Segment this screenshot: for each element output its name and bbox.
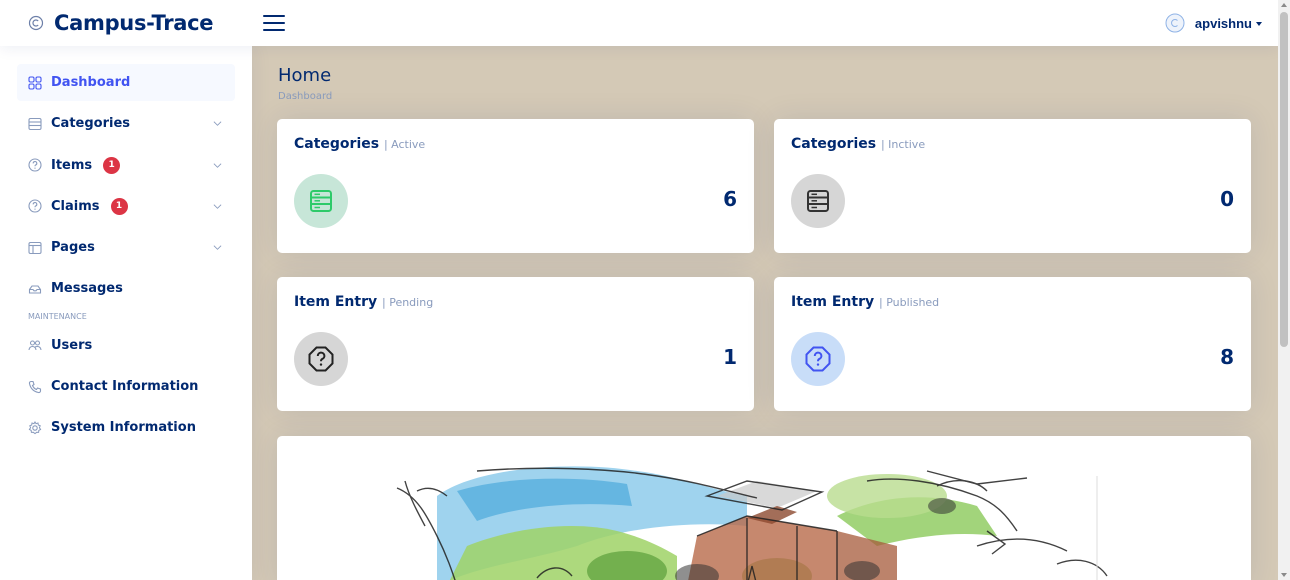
people-icon bbox=[28, 340, 42, 351]
sidebar-item-users[interactable]: Users bbox=[17, 327, 235, 364]
scroll-down-icon[interactable] bbox=[1281, 573, 1287, 577]
question-octagon-icon bbox=[308, 346, 334, 372]
envelope-icon bbox=[28, 285, 42, 294]
layout-icon bbox=[28, 241, 42, 254]
brand-name: Campus-Trace bbox=[54, 11, 214, 35]
sidebar-toggle-icon[interactable] bbox=[263, 14, 285, 32]
sidebar-item-label: Contact Information bbox=[51, 379, 199, 395]
sidebar-item-label: Categories bbox=[51, 116, 131, 132]
sidebar-item-pages[interactable]: Pages bbox=[17, 229, 235, 266]
chevron-down-icon bbox=[213, 245, 222, 251]
sidebar-item-messages[interactable]: Messages bbox=[17, 270, 235, 307]
card-value: 1 bbox=[723, 345, 737, 369]
card-subtitle: | Published bbox=[879, 296, 940, 309]
card-subtitle: | Active bbox=[383, 138, 426, 151]
card-value: 8 bbox=[1220, 345, 1234, 369]
sidebar-item-contact-information[interactable]: Contact Information bbox=[17, 368, 235, 405]
menu-list-icon bbox=[28, 117, 42, 130]
chevron-down-icon bbox=[213, 162, 222, 168]
sidebar-item-label: Users bbox=[51, 337, 93, 353]
card-icon-circle bbox=[791, 332, 845, 386]
telephone-icon bbox=[28, 380, 42, 393]
card-value: 6 bbox=[723, 187, 737, 211]
chevron-down-icon bbox=[213, 121, 222, 127]
sidebar-item-label: Items bbox=[51, 157, 93, 173]
count-badge: 1 bbox=[110, 197, 128, 215]
card-value: 0 bbox=[1220, 187, 1234, 211]
sidebar: Dashboard Categories Items 1 Claims 1 Pa… bbox=[0, 46, 252, 580]
sidebar-item-system-information[interactable]: System Information bbox=[17, 409, 235, 446]
card-title: Item Entry | Published bbox=[791, 294, 939, 310]
question-octagon-icon bbox=[805, 346, 831, 372]
menu-list-icon bbox=[310, 190, 332, 212]
sidebar-item-label: Dashboard bbox=[51, 75, 131, 90]
sidebar-item-label: System Information bbox=[51, 420, 196, 436]
chevron-down-icon bbox=[213, 204, 222, 209]
top-header: Campus-Trace apvishnu bbox=[0, 0, 1278, 46]
gear-icon bbox=[28, 420, 42, 435]
campus-illustration-card bbox=[277, 436, 1251, 580]
card-categories-active: Categories | Active 6 bbox=[277, 119, 754, 253]
sidebar-item-categories[interactable]: Categories bbox=[17, 105, 235, 142]
scroll-up-icon[interactable] bbox=[1281, 3, 1287, 7]
card-title: Item Entry | Pending bbox=[294, 294, 433, 310]
card-categories-inactive: Categories | Inctive 0 bbox=[774, 119, 1251, 253]
user-menu[interactable]: apvishnu bbox=[1165, 13, 1278, 33]
card-subtitle: | Inctive bbox=[880, 138, 926, 151]
menu-list-icon bbox=[807, 190, 829, 212]
sidebar-item-label: Pages bbox=[51, 240, 95, 256]
nav-heading-maintenance: MAINTENANCE bbox=[28, 311, 87, 321]
question-circle-icon bbox=[28, 199, 42, 213]
scroll-thumb[interactable] bbox=[1280, 12, 1288, 347]
card-title-text: Item Entry bbox=[791, 294, 875, 310]
logo-icon bbox=[28, 15, 44, 31]
sidebar-item-label: Claims bbox=[51, 198, 100, 214]
card-icon-circle bbox=[791, 174, 845, 228]
card-title-text: Item Entry bbox=[294, 294, 378, 310]
page-scrollbar[interactable] bbox=[1278, 0, 1290, 580]
card-subtitle: | Pending bbox=[382, 296, 434, 309]
question-circle-icon bbox=[28, 158, 42, 172]
grid-icon bbox=[28, 75, 42, 90]
card-title: Categories | Inctive bbox=[791, 136, 925, 152]
page-title: Home bbox=[278, 65, 332, 86]
card-item-entry-pending: Item Entry | Pending 1 bbox=[277, 277, 754, 411]
username: apvishnu bbox=[1194, 15, 1252, 31]
main-content: Home Dashboard Categories | Active 6 Cat… bbox=[252, 46, 1278, 580]
card-icon-circle bbox=[294, 332, 348, 386]
breadcrumb[interactable]: Dashboard bbox=[278, 91, 332, 102]
chevron-down-icon bbox=[1256, 22, 1262, 26]
card-title-text: Categories bbox=[791, 136, 877, 152]
sidebar-item-dashboard[interactable]: Dashboard bbox=[17, 64, 235, 101]
card-item-entry-published: Item Entry | Published 8 bbox=[774, 277, 1251, 411]
card-title-text: Categories bbox=[294, 136, 380, 152]
sidebar-item-items[interactable]: Items 1 bbox=[17, 147, 235, 184]
sidebar-item-claims[interactable]: Claims 1 bbox=[17, 188, 235, 225]
campus-sketch-image bbox=[396, 466, 1108, 580]
sidebar-item-label: Messages bbox=[51, 281, 123, 297]
card-icon-circle bbox=[294, 174, 348, 228]
count-badge: 1 bbox=[103, 156, 121, 174]
brand-logo[interactable]: Campus-Trace bbox=[0, 11, 252, 35]
avatar bbox=[1165, 13, 1185, 33]
card-title: Categories | Active bbox=[294, 136, 425, 152]
